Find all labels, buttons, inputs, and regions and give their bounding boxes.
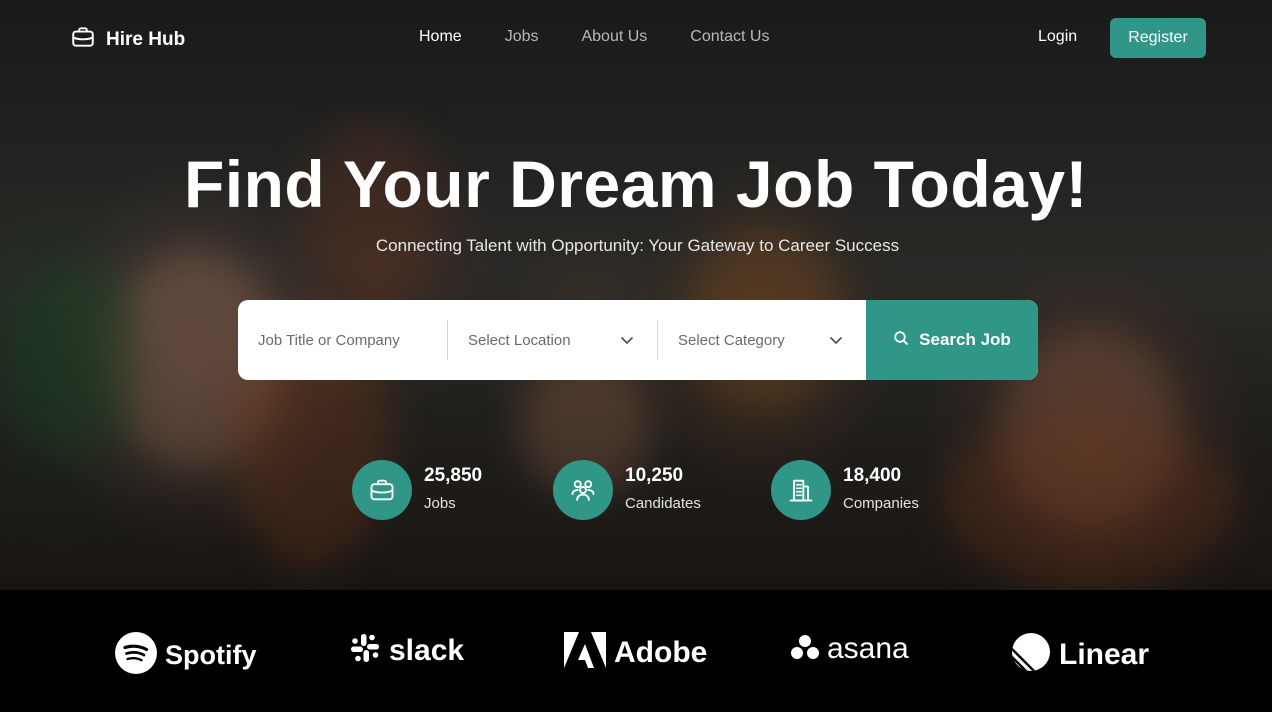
search-job-button[interactable]: Search Job bbox=[866, 300, 1038, 380]
partner-spotify[interactable]: Spotify bbox=[115, 632, 257, 679]
partner-name: Spotify bbox=[165, 640, 257, 670]
asana-icon bbox=[791, 634, 819, 665]
search-job-label: Search Job bbox=[919, 330, 1011, 349]
stat-label: Companies bbox=[843, 495, 919, 512]
nav-link-about[interactable]: About Us bbox=[581, 28, 647, 46]
category-select[interactable]: Select Category bbox=[657, 320, 866, 360]
stat-label: Candidates bbox=[625, 495, 701, 512]
hero-subtitle: Connecting Talent with Opportunity: Your… bbox=[375, 236, 900, 255]
linear-icon bbox=[1011, 632, 1051, 677]
nav-link-contact[interactable]: Contact Us bbox=[690, 28, 769, 46]
slack-icon bbox=[349, 632, 381, 669]
partner-adobe[interactable]: Adobe bbox=[564, 632, 707, 673]
stat-value: 25,850 bbox=[424, 465, 483, 486]
top-navbar: Hire Hub Home Jobs About Us Contact Us L… bbox=[0, 0, 1272, 76]
chevron-down-icon bbox=[619, 332, 635, 348]
location-select[interactable]: Select Location bbox=[447, 320, 657, 360]
stat-jobs: 25,850 Jobs bbox=[352, 460, 482, 520]
chevron-down-icon bbox=[828, 332, 844, 348]
stat-candidates: 10,250 Candidates bbox=[553, 460, 701, 520]
briefcase-icon bbox=[352, 460, 412, 520]
job-search-bar: Select Location Select Category Search J… bbox=[238, 300, 1038, 380]
stat-companies: 18,400 Companies bbox=[771, 460, 919, 520]
job-title-field-wrap bbox=[238, 300, 447, 380]
partner-name: slack bbox=[389, 633, 465, 667]
partner-name: asana bbox=[827, 632, 909, 665]
register-button[interactable]: Register bbox=[1110, 18, 1206, 58]
adobe-icon bbox=[564, 632, 606, 673]
location-select-label: Select Location bbox=[468, 331, 571, 349]
partner-slack[interactable]: slack bbox=[349, 632, 464, 669]
nav-link-home[interactable]: Home bbox=[419, 28, 462, 46]
job-title-input[interactable] bbox=[258, 331, 438, 349]
partner-linear[interactable]: Linear bbox=[1011, 632, 1149, 677]
partner-name: Adobe bbox=[614, 635, 708, 669]
category-select-label: Select Category bbox=[678, 331, 785, 349]
brand-logo[interactable]: Hire Hub bbox=[70, 24, 185, 55]
stat-value: 18,400 bbox=[843, 465, 902, 486]
users-icon bbox=[553, 460, 613, 520]
stat-value: 10,250 bbox=[625, 465, 684, 486]
login-link[interactable]: Login bbox=[1038, 28, 1077, 46]
briefcase-icon bbox=[70, 24, 96, 55]
search-icon bbox=[893, 330, 909, 351]
spotify-icon bbox=[115, 632, 157, 679]
stat-label: Jobs bbox=[424, 495, 456, 512]
nav-link-jobs[interactable]: Jobs bbox=[505, 28, 539, 46]
nav-links: Home Jobs About Us Contact Us bbox=[419, 28, 812, 46]
hero-title: Find Your Dream Job Today! bbox=[183, 147, 1089, 221]
partner-name: Linear bbox=[1059, 637, 1150, 671]
brand-name: Hire Hub bbox=[106, 28, 186, 50]
partner-asana[interactable]: asana bbox=[791, 632, 909, 666]
building-icon bbox=[771, 460, 831, 520]
